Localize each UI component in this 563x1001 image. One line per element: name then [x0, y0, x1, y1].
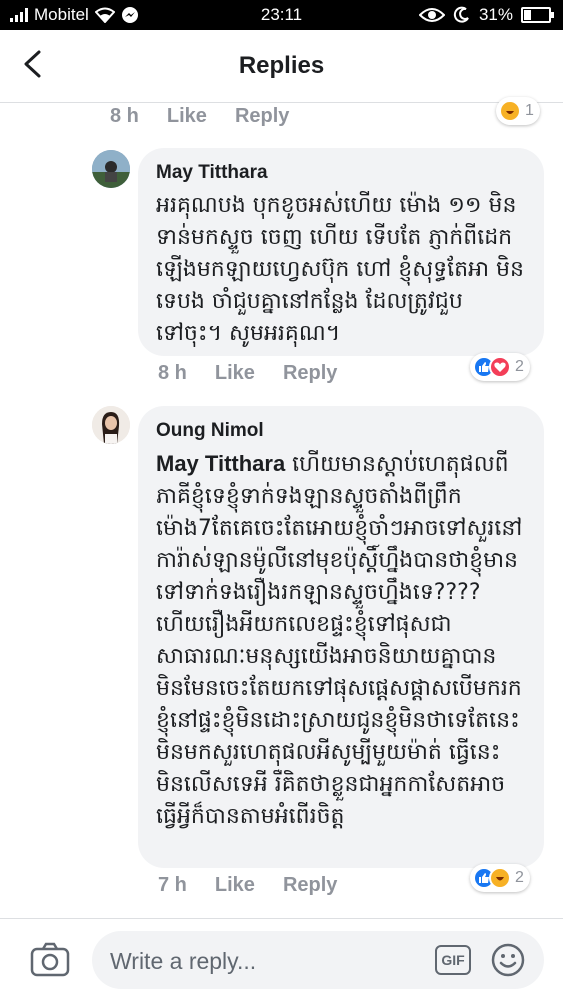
avatar[interactable]	[92, 150, 130, 188]
camera-icon[interactable]	[30, 941, 70, 977]
gif-button[interactable]: GIF	[435, 945, 471, 975]
alarm-icon	[453, 6, 469, 23]
comment-author[interactable]: May Titthara	[156, 162, 526, 184]
like-link[interactable]: Like	[215, 874, 255, 897]
comment-time: 8 h	[158, 362, 187, 384]
reply-composer: GIF	[0, 918, 563, 1001]
comment-meta: 7 h Like Reply	[158, 874, 337, 897]
battery-level	[524, 10, 531, 20]
comment-author[interactable]: Oung Nimol	[156, 420, 526, 442]
reaction-count: 1	[525, 102, 534, 119]
comment-text: អរគុណបង បុកខូចអស់ហើយ ម៉ោង ១១ មិនទាន់មកស្…	[156, 193, 524, 346]
comment-time: 7 h	[158, 874, 187, 896]
reaction-summary[interactable]: 2	[470, 864, 530, 892]
comment-bubble: May Titthara អរគុណបង បុកខូចអស់ហើយ ម៉ោង ១…	[138, 148, 544, 356]
previous-comment-meta: 8 h Like Reply	[110, 105, 289, 128]
status-bar: Mobitel 23:11 31%	[0, 0, 563, 30]
like-link[interactable]: Like	[215, 362, 255, 385]
comment-meta: 8 h Like Reply	[158, 362, 337, 385]
battery-percent: 31%	[478, 5, 513, 24]
haha-reaction-icon	[499, 100, 521, 122]
like-link[interactable]: Like	[167, 105, 207, 128]
comment-time: 8 h	[110, 105, 139, 127]
status-right: 31%	[418, 5, 554, 25]
comment-body: May Titthara ហើយមានស្តាប់ហេតុផលពីភាគីខ្ញ…	[156, 448, 526, 833]
reaction-summary[interactable]: 2	[470, 353, 530, 381]
emoji-icon[interactable]	[490, 942, 526, 978]
reaction-count: 2	[515, 358, 524, 375]
comment-bubble: Oung Nimol May Titthara ហើយមានស្តាប់ហេតុ…	[138, 406, 544, 868]
love-reaction-icon	[489, 356, 511, 378]
eye-icon	[418, 8, 445, 22]
avatar[interactable]	[92, 406, 130, 444]
avatar-photo	[92, 406, 130, 444]
reply-input[interactable]	[108, 941, 412, 981]
page-title: Replies	[238, 52, 325, 79]
reaction-count: 2	[515, 869, 524, 886]
battery-icon	[521, 7, 554, 23]
comment-text: ហើយមានស្តាប់ហេតុផលពីភាគីខ្ញុំទេខ្ញុំទាក់…	[156, 452, 523, 829]
reply-link[interactable]: Reply	[235, 105, 289, 128]
haha-reaction-icon	[489, 867, 511, 889]
reaction-summary[interactable]: 1	[496, 97, 540, 125]
app-header: Replies	[0, 30, 563, 103]
reply-link[interactable]: Reply	[283, 874, 337, 897]
avatar-photo	[92, 150, 130, 188]
reply-field: GIF	[92, 931, 544, 989]
mention-tag[interactable]: May Titthara	[156, 451, 285, 476]
reply-link[interactable]: Reply	[283, 362, 337, 385]
